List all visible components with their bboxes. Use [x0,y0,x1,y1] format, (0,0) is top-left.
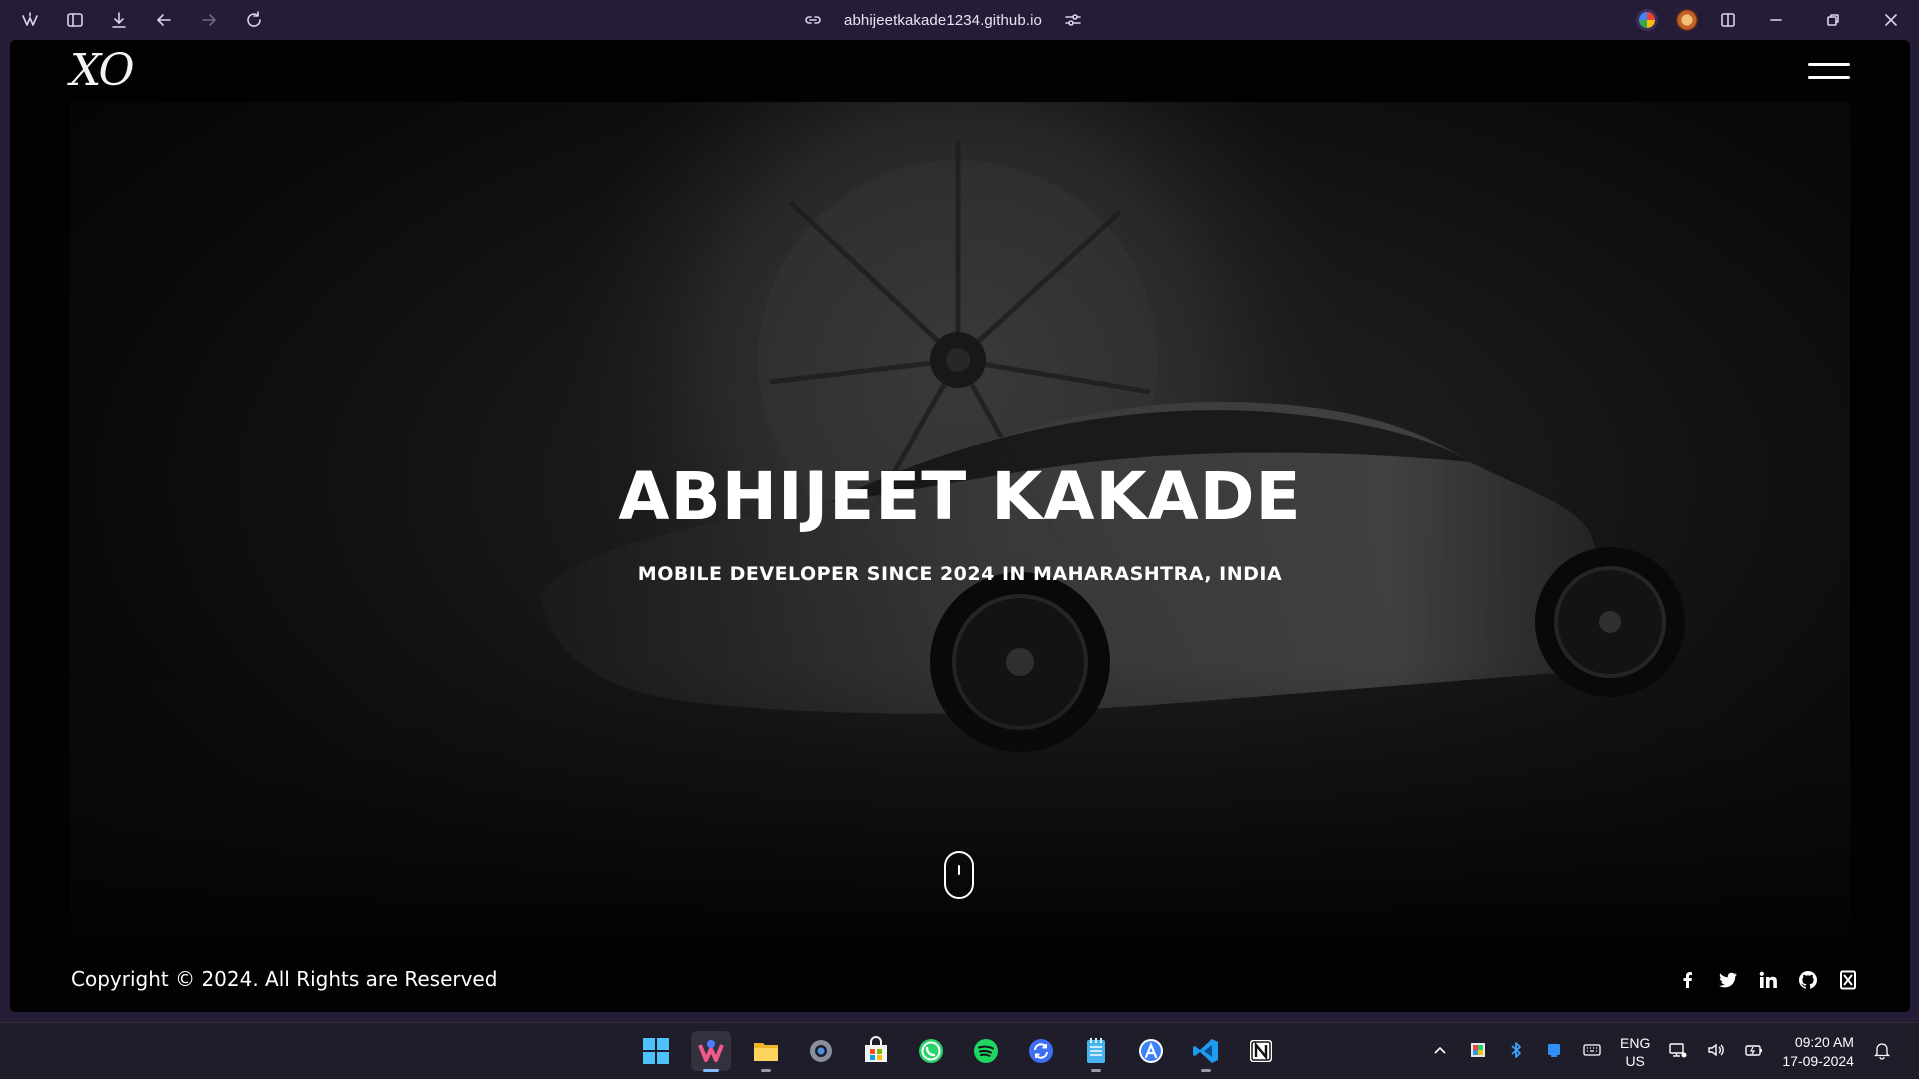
extension-icon[interactable] [1636,9,1658,31]
browser-logo-icon[interactable] [17,7,43,33]
download-icon[interactable] [106,7,132,33]
windows-start-icon[interactable] [636,1031,676,1071]
site-footer: Copyright © 2024. All Rights are Reserve… [10,949,1910,1012]
browser-titlebar: abhijeetkakade1234.github.io [0,0,1919,40]
reload-icon[interactable] [241,7,267,33]
social-links [1676,968,1860,992]
site-settings-icon[interactable] [1060,7,1086,33]
close-icon[interactable] [1878,7,1904,33]
github-icon[interactable] [1796,968,1820,992]
url-text[interactable]: abhijeetkakade1234.github.io [844,12,1042,29]
clock[interactable]: 09:20 AM 17-09-2024 [1782,1033,1854,1071]
file-explorer-icon[interactable] [746,1031,786,1072]
extension-icon[interactable] [1676,9,1698,31]
system-tray: ENG US 09:20 AM 17-09-2024 [1430,1023,1892,1079]
linkedin-icon[interactable] [1756,968,1780,992]
logo-text: XO [70,45,135,96]
network-icon[interactable] [1668,1040,1688,1064]
facebook-icon[interactable] [1676,968,1700,992]
app-icon[interactable] [1131,1031,1171,1071]
page-viewport: XO ABHIJEET KAKADE MOBILE DEVELOPER SINC… [10,40,1910,1012]
restore-icon[interactable] [1820,7,1846,33]
sidebar-icon[interactable] [62,7,88,33]
settings-icon[interactable] [801,1031,841,1071]
taskbar: ENG US 09:20 AM 17-09-2024 [0,1022,1919,1079]
x-icon[interactable] [1836,968,1860,992]
copyright-text: Copyright © 2024. All Rights are Reserve… [71,967,498,991]
hero-subtitle: MOBILE DEVELOPER SINCE 2024 IN MAHARASHT… [637,563,1283,585]
bluetooth-icon[interactable] [1506,1040,1526,1064]
back-icon[interactable] [151,7,177,33]
battery-icon[interactable] [1744,1040,1764,1064]
taskbar-apps [636,1031,1281,1072]
hero-title: ABHIJEET KAKADE [618,458,1302,535]
link-icon [800,7,826,33]
vscode-icon[interactable] [1186,1031,1226,1072]
language-indicator[interactable]: ENG US [1620,1034,1650,1070]
browser-icon[interactable] [691,1031,731,1072]
scroll-down-mouse-icon[interactable] [944,851,974,899]
whatsapp-icon[interactable] [911,1031,951,1071]
clock-date: 17-09-2024 [1782,1052,1854,1069]
tray-app-icon[interactable] [1544,1040,1564,1064]
notifications-icon[interactable] [1872,1040,1892,1064]
show-hidden-icons-icon[interactable] [1430,1040,1450,1064]
hamburger-menu-icon[interactable] [1808,61,1850,83]
keyboard-icon[interactable] [1582,1040,1602,1064]
split-view-icon[interactable] [1715,7,1741,33]
volume-icon[interactable] [1706,1040,1726,1064]
notion-icon[interactable] [1241,1031,1281,1071]
clock-time: 09:20 AM [1794,1033,1854,1050]
microsoft-store-icon[interactable] [856,1031,896,1071]
twitter-icon[interactable] [1716,968,1740,992]
language-secondary: US [1625,1052,1645,1069]
minimize-icon[interactable] [1763,7,1789,33]
address-bar[interactable]: abhijeetkakade1234.github.io [800,8,1086,32]
language-primary: ENG [1620,1034,1651,1051]
sync-icon[interactable] [1021,1031,1061,1071]
site-logo[interactable]: XO [70,43,135,99]
tray-app-icon[interactable] [1468,1040,1488,1064]
spotify-icon[interactable] [966,1031,1006,1071]
notepad-icon[interactable] [1076,1031,1116,1072]
forward-icon[interactable] [196,7,222,33]
